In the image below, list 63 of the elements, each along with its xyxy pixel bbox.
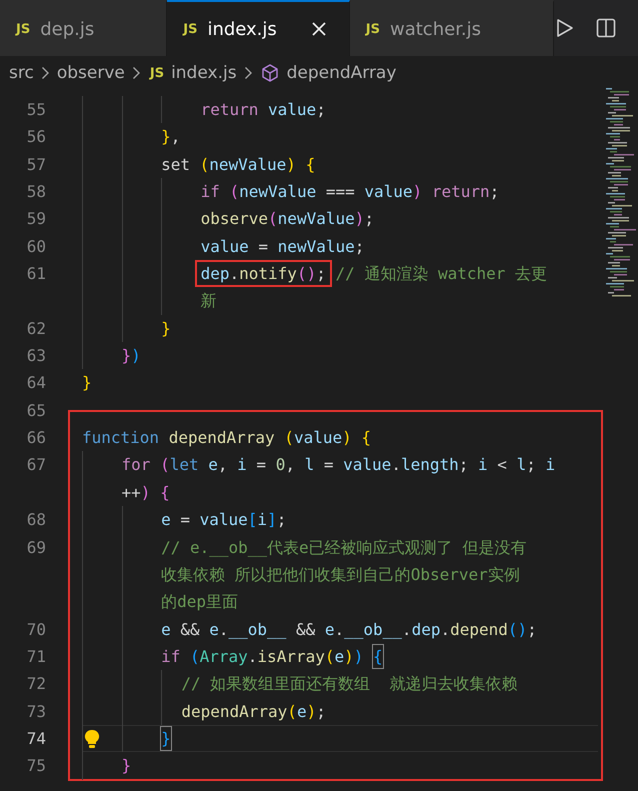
cube-icon xyxy=(260,63,280,83)
breadcrumb-item[interactable]: dependArray xyxy=(286,63,396,83)
code-text: if (Array.isArray(e)) xyxy=(161,646,364,668)
breadcrumb-item[interactable]: index.js xyxy=(171,63,237,83)
line-number: 69 xyxy=(26,536,46,558)
code-text: 收集依赖 所以把他们收集到自己的Observer实例 xyxy=(161,564,520,586)
line-number: 72 xyxy=(26,673,46,696)
editor-tab[interactable]: JS index.js xyxy=(167,0,350,56)
code-text: // 通知渲染 watcher 去更 xyxy=(334,263,548,286)
line-number: 65 xyxy=(26,400,46,422)
code-text: 新 xyxy=(200,290,217,312)
line-number: 67 xyxy=(26,454,46,476)
line-number: 56 xyxy=(26,126,46,148)
line-number: 57 xyxy=(26,154,46,176)
line-number: 68 xyxy=(26,509,46,532)
code-text: set (newValue) { xyxy=(161,154,316,176)
code-text: value = newValue; xyxy=(200,236,364,258)
line-number: 55 xyxy=(26,99,46,121)
code-text: function dependArray (value) { xyxy=(82,427,372,450)
code-text: // e.__ob__代表e已经被响应式观测了 但是没有 xyxy=(161,536,526,559)
line-number: 58 xyxy=(26,181,46,204)
code-text: }) xyxy=(122,345,141,368)
split-editor-icon[interactable] xyxy=(596,18,616,38)
lightbulb-icon[interactable] xyxy=(84,728,100,749)
matched-bracket: { xyxy=(372,644,384,669)
highlighted-code: dep.notify(); xyxy=(194,260,332,288)
code-text: } xyxy=(161,318,171,340)
run-icon[interactable] xyxy=(556,18,574,38)
matched-bracket: } xyxy=(160,726,172,751)
file-type-label: JS xyxy=(150,66,164,80)
code-text: } xyxy=(82,372,92,394)
line-number: 71 xyxy=(26,646,46,668)
code-text: }, xyxy=(161,126,180,148)
line-number: 60 xyxy=(26,236,46,258)
code-text: 的dep里面 xyxy=(161,591,238,614)
code-text: for (let e, i = 0, l = value.length; i < l; i xyxy=(122,454,556,476)
line-number: 62 xyxy=(26,318,46,340)
code-text: return value; xyxy=(200,99,326,121)
code-text: observe(newValue); xyxy=(200,208,374,230)
code-text: } xyxy=(122,755,132,778)
line-number: 64 xyxy=(26,372,46,394)
chevron-right-icon xyxy=(132,66,141,80)
line-number: 63 xyxy=(26,345,46,368)
line-number: 59 xyxy=(26,208,46,230)
line-number: 66 xyxy=(26,427,46,450)
chevron-right-icon xyxy=(40,66,50,80)
line-number: 70 xyxy=(26,618,46,641)
code-text: e && e.__ob__ && e.__ob__.dep.depend(); xyxy=(161,618,537,641)
code-text: // 如果数组里面还有数组 就递归去收集依赖 xyxy=(181,673,518,696)
line-number: 73 xyxy=(26,700,46,723)
code-text: e = value[i]; xyxy=(161,509,286,532)
line-number: 74 xyxy=(26,728,46,750)
breadcrumb-item[interactable]: src xyxy=(9,63,34,83)
editor-tab[interactable]: JS dep.js xyxy=(0,0,168,56)
chevron-right-icon xyxy=(244,66,253,80)
close-icon[interactable] xyxy=(310,21,327,37)
line-number: 75 xyxy=(26,755,46,778)
code-text: ++) { xyxy=(122,482,170,504)
editor-tab[interactable]: JS watcher.js xyxy=(350,0,554,56)
line-number: 61 xyxy=(26,263,46,286)
code-text: dependArray(e); xyxy=(181,700,326,723)
breadcrumb-item[interactable]: observe xyxy=(56,63,125,83)
code-text: if (newValue === value) return; xyxy=(200,181,500,204)
